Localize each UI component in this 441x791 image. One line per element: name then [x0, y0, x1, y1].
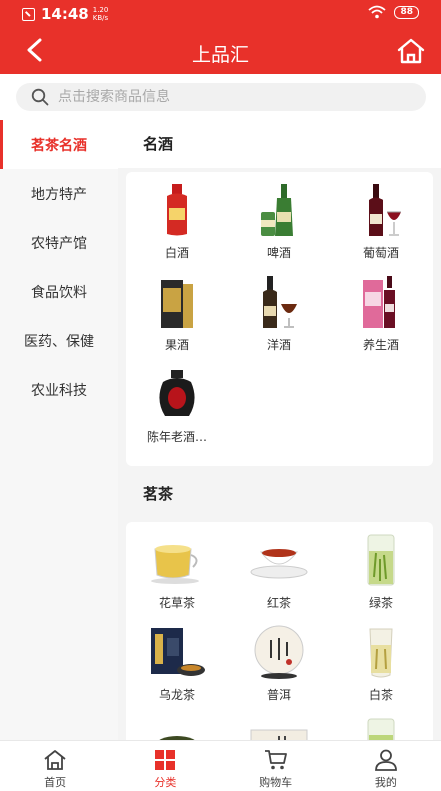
tea-leaves-icon: [147, 714, 207, 740]
section-title-tea: 茗茶: [118, 470, 441, 518]
product-item[interactable]: [228, 714, 330, 740]
product-item[interactable]: 陈年老酒…: [126, 364, 228, 456]
product-item[interactable]: 白茶: [330, 622, 432, 714]
product-item[interactable]: 绿茶: [330, 530, 432, 622]
product-item[interactable]: 普洱: [228, 622, 330, 714]
product-name: 果酒: [164, 338, 189, 352]
status-time: 14:48: [41, 5, 89, 23]
tab-home[interactable]: 首页: [0, 741, 110, 791]
tab-cart[interactable]: 购物车: [221, 741, 331, 791]
product-item[interactable]: 养生酒: [330, 272, 432, 364]
sidebar-item-tea-liquor[interactable]: 茗茶名酒: [0, 120, 118, 169]
sidebar-item-farm-products[interactable]: 农特产馆: [0, 218, 118, 267]
category-icon: [153, 749, 177, 771]
green-tea-icon: [351, 530, 411, 590]
app-header: 14:48 1.20 KB/s 88 上品汇: [0, 0, 441, 74]
search-icon: [30, 87, 50, 107]
tab-label: 首页: [44, 776, 67, 789]
white-tea-icon: [351, 622, 411, 682]
search-bar[interactable]: [16, 83, 426, 111]
notification-icon: [22, 7, 35, 21]
battery-indicator: 88: [394, 5, 419, 19]
sidebar-item-health[interactable]: 医药、保健: [0, 316, 118, 365]
wine-icon: [351, 180, 411, 240]
sidebar-item-food-drinks[interactable]: 食品饮料: [0, 267, 118, 316]
product-name: 白酒: [164, 246, 189, 260]
home-icon: [43, 749, 67, 771]
product-item[interactable]: [330, 714, 432, 740]
product-item[interactable]: [126, 714, 228, 740]
health-wine-icon: [351, 272, 411, 332]
product-content: 名酒 白酒 啤酒 葡萄酒 果酒 洋酒 养生酒 陈年老酒… 茗茶 花草茶 红茶 绿…: [118, 120, 441, 740]
baijiu-bottle-icon: [147, 180, 207, 240]
product-item[interactable]: 果酒: [126, 272, 228, 364]
section-title-liquor: 名酒: [118, 120, 441, 168]
product-name: 陈年老酒…: [146, 430, 207, 444]
page-title: 上品汇: [191, 44, 249, 66]
bottom-tab-bar: 首页 分类 购物车 我的: [0, 740, 441, 791]
product-item[interactable]: 啤酒: [228, 180, 330, 272]
aged-wine-jar-icon: [147, 364, 207, 424]
product-name: 花草茶: [158, 596, 195, 610]
product-name: 普洱: [266, 688, 291, 702]
product-name: 养生酒: [362, 338, 399, 352]
product-item[interactable]: 花草茶: [126, 530, 228, 622]
product-name: 绿茶: [368, 596, 393, 610]
tea-grid: 花草茶 红茶 绿茶 乌龙茶 普洱 白茶: [126, 522, 433, 740]
sidebar-item-agri-tech[interactable]: 农业科技: [0, 365, 118, 414]
category-sidebar: 茗茶名酒 地方特产 农特产馆 食品饮料 医药、保健 农业科技: [0, 120, 118, 740]
tea-glass-icon: [351, 714, 411, 740]
home-icon: [397, 38, 425, 64]
search-input[interactable]: [58, 89, 388, 105]
product-name: 红茶: [266, 596, 291, 610]
puer-tea-icon: [249, 622, 309, 682]
product-item[interactable]: 乌龙茶: [126, 622, 228, 714]
product-name: 葡萄酒: [362, 246, 399, 260]
network-speed: 1.20 KB/s: [92, 6, 109, 22]
tab-label: 分类: [154, 776, 177, 789]
tab-label: 我的: [374, 776, 397, 789]
status-bar: 14:48 1.20 KB/s 88: [0, 0, 441, 26]
product-name: 洋酒: [266, 338, 291, 352]
tab-label: 购物车: [259, 776, 293, 789]
wifi-icon: [368, 5, 387, 19]
liquor-icon: [249, 272, 309, 332]
sidebar-item-local-specialty[interactable]: 地方特产: [0, 169, 118, 218]
beer-icon: [249, 180, 309, 240]
fruit-wine-icon: [147, 272, 207, 332]
tea-box-icon: [249, 714, 309, 740]
user-icon: [374, 749, 398, 771]
product-item[interactable]: 白酒: [126, 180, 228, 272]
herbal-tea-icon: [147, 530, 207, 590]
product-item[interactable]: 红茶: [228, 530, 330, 622]
tab-profile[interactable]: 我的: [331, 741, 441, 791]
product-name: 乌龙茶: [158, 688, 195, 702]
tab-category[interactable]: 分类: [110, 741, 220, 791]
product-item[interactable]: 葡萄酒: [330, 180, 432, 272]
search-bar-container: [0, 74, 441, 120]
product-name: 啤酒: [266, 246, 291, 260]
product-name: 白茶: [368, 688, 393, 702]
cart-icon: [264, 749, 288, 771]
liquor-grid: 白酒 啤酒 葡萄酒 果酒 洋酒 养生酒 陈年老酒…: [126, 172, 433, 466]
product-item[interactable]: 洋酒: [228, 272, 330, 364]
black-tea-icon: [249, 530, 309, 590]
oolong-tea-icon: [147, 622, 207, 682]
home-button[interactable]: [395, 36, 427, 66]
